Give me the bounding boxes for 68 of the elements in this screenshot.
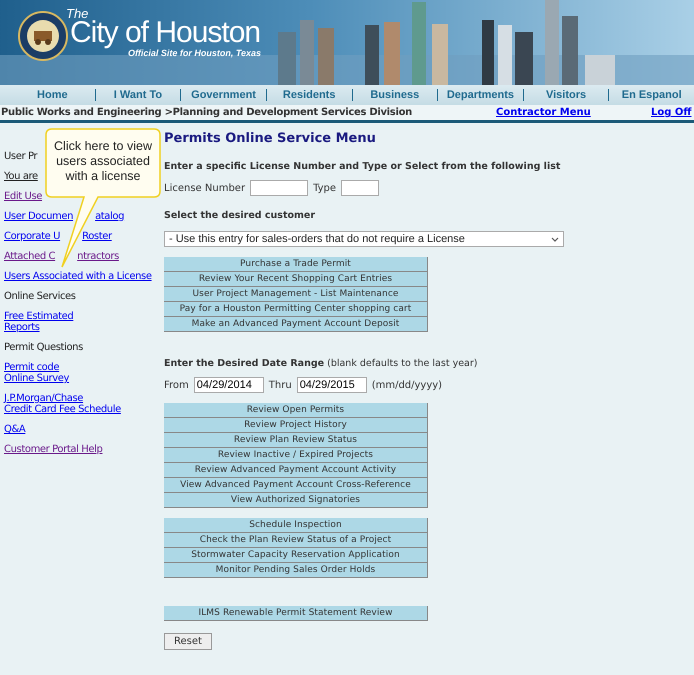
customer-dropdown[interactable]: - Use this entry for sales-orders that do not require a License [164, 231, 564, 247]
reset-button[interactable]: Reset [164, 633, 212, 650]
sidebar-link[interactable]: Online Survey [4, 373, 70, 384]
menu-button[interactable]: ILMS Renewable Permit Statement Review [164, 606, 428, 621]
menu-button[interactable]: View Advanced Payment Account Cross-Reference [164, 478, 428, 493]
menu-button[interactable]: Check the Plan Review Status of a Project [164, 533, 428, 548]
menu-button[interactable]: User Project Management - List Maintenance [164, 287, 428, 302]
menu-button[interactable]: Schedule Inspection [164, 518, 428, 533]
instruction-text: Enter a specific License Number and Type or Select from the following list [164, 161, 562, 172]
menu-button[interactable]: Review Inactive / Expired Projects [164, 448, 428, 463]
section-label: Online Services [4, 291, 76, 302]
menu-button[interactable]: Review Project History [164, 418, 428, 433]
menu-button[interactable]: Make an Advanced Payment Account Deposit [164, 317, 428, 332]
menu-button[interactable]: Purchase a Trade Permit [164, 257, 428, 272]
menu-button[interactable]: Stormwater Capacity Reservation Application [164, 548, 428, 563]
sidebar-link[interactable]: User Documen [4, 211, 74, 222]
date-format-hint: (mm/dd/yyyy) [372, 380, 442, 390]
instruction-text: Enter the Desired Date Range (blank defaults to the last year) [164, 358, 478, 369]
sidebar-link[interactable]: You are [4, 171, 38, 182]
field-label: Thru [268, 380, 292, 390]
instruction-text: Select the desired customer [164, 210, 316, 221]
nav-link[interactable]: Business [352, 89, 438, 101]
nav-link[interactable]: Visitors [522, 89, 608, 101]
nav-link[interactable]: Government [180, 89, 266, 101]
header-link[interactable]: Log Off [651, 107, 692, 118]
nav-link[interactable]: Residents [266, 89, 352, 101]
menu-button[interactable]: Review Plan Review Status [164, 433, 428, 448]
breadcrumb: Public Works and Engineering >Planning and Development Services Division [1, 107, 412, 118]
sidebar-link[interactable]: Corporate U [4, 231, 60, 242]
sidebar-link[interactable]: Credit Card Fee Schedule [4, 404, 121, 415]
nav-link[interactable]: I Want To [94, 89, 180, 101]
nav-link[interactable]: Home [10, 89, 95, 101]
sidebar-link[interactable]: ntractors [77, 251, 119, 262]
site-title-prefix: The [66, 6, 88, 21]
menu-button[interactable]: Review Advanced Payment Account Activity [164, 463, 428, 478]
section-label: Permit Questions [4, 342, 83, 353]
menu-button[interactable]: Monitor Pending Sales Order Holds [164, 563, 428, 578]
sidebar-link[interactable]: Q&A [4, 424, 26, 435]
sidebar-link[interactable]: Customer Portal Help [4, 444, 102, 455]
from-date-field[interactable]: 04/29/2014 [194, 377, 264, 393]
sidebar-link[interactable]: Roster [82, 231, 112, 242]
callout-text: Click here to view users associated with a license [53, 139, 153, 184]
type-field[interactable] [341, 180, 380, 196]
sidebar-link[interactable]: Free Estimated [4, 311, 74, 322]
site-subtitle: Official Site for Houston, Texas [128, 48, 262, 58]
sidebar-link[interactable]: Edit Use [4, 191, 42, 202]
caret-icon [551, 236, 559, 242]
sidebar-link[interactable]: Reports [4, 322, 40, 333]
field-label: Type [313, 182, 336, 194]
sidebar-link[interactable]: J.P.Morgan/Chase [4, 393, 84, 404]
field-label: From [164, 380, 189, 390]
sidebar-link[interactable]: atalog [95, 211, 124, 222]
city-seal-icon [18, 11, 68, 61]
thru-date-field[interactable]: 04/29/2015 [296, 377, 367, 393]
sidebar-link[interactable]: Users Associated with a License [4, 271, 152, 282]
sidebar-link[interactable]: Attached C [4, 251, 56, 262]
sidebar-link[interactable]: Permit code [4, 362, 60, 373]
menu-button[interactable]: Pay for a Houston Permitting Center shopping cart [164, 302, 428, 317]
header-link[interactable]: Contractor Menu [496, 107, 591, 118]
nav-link[interactable]: En Espanol [608, 89, 694, 101]
license-number-field[interactable] [250, 180, 308, 196]
menu-button[interactable]: View Authorized Signatories [164, 493, 428, 508]
section-label: User Pr [4, 151, 38, 162]
field-label: License Number [164, 182, 246, 194]
menu-button[interactable]: Review Your Recent Shopping Cart Entries [164, 272, 428, 287]
menu-button[interactable]: Review Open Permits [164, 403, 428, 418]
nav-link[interactable]: Departments [437, 89, 523, 101]
page-title: Permits Online Service Menu [164, 131, 377, 146]
